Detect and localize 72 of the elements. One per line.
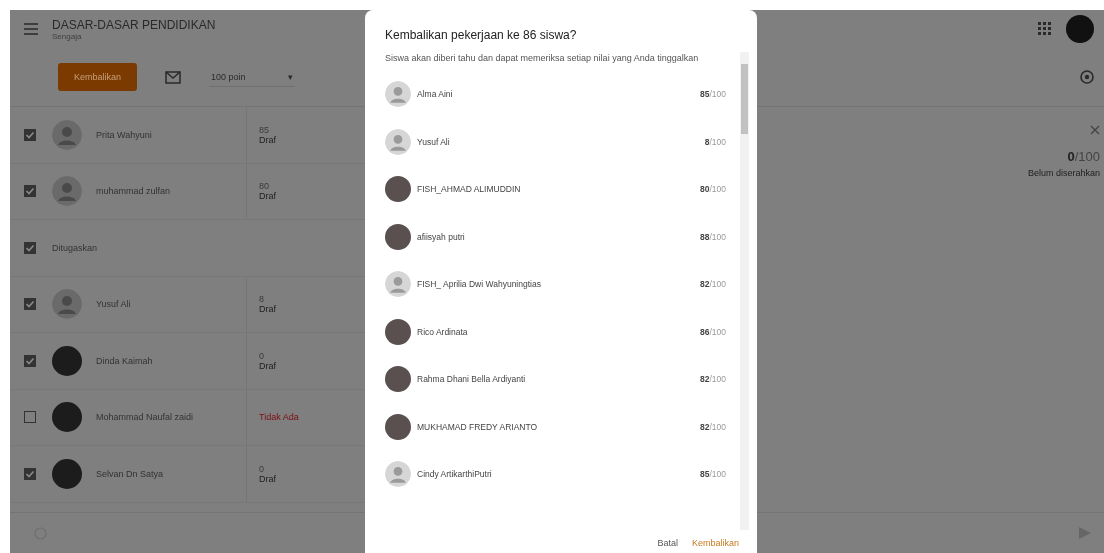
avatar-photo [52,345,82,376]
close-icon[interactable] [1090,125,1100,135]
grade-status: Draf [259,191,276,202]
student-name[interactable]: Selvan Dn Satya [96,468,246,479]
checkbox[interactable] [24,128,36,141]
student-name[interactable]: Dinda Kaimah [96,355,246,366]
avatar-photo [52,402,82,433]
dialog-message: Siswa akan diberi tahu dan dapat memeriksa setiap nilai yang Anda tinggalkan [385,52,700,65]
checkbox[interactable] [24,241,36,254]
grade-status: Draf [259,473,276,484]
student-name: Yusuf Ali [417,136,451,147]
submission-status: Belum diserahkan [1027,168,1100,178]
student-name: afiisyah putri [417,231,466,242]
email-icon[interactable] [165,70,182,84]
scrollbar[interactable] [740,52,749,530]
student-name: Rahma Dhani Bella Ardiyanti [417,374,527,385]
checkbox[interactable] [24,411,36,424]
student-name[interactable]: Mohammad Naufal zaidi [96,412,246,423]
avatar-photo [385,318,411,345]
grade-status: Draf [259,360,276,371]
grade-value: Tidak Ada [259,412,299,423]
student-score: 82/100 [700,374,726,385]
dialog-title: Kembalikan pekerjaan ke 86 siswa? [385,28,578,42]
student-score: 82/100 [700,279,726,290]
avatar-icon [385,271,411,298]
grade-status: Draf [259,134,276,145]
avatar-photo [385,176,411,203]
apps-grid-icon[interactable] [1038,22,1052,36]
menu-icon[interactable] [24,23,38,35]
score-total: 0/100 [1067,149,1100,164]
checkbox[interactable] [24,185,36,198]
points-dropdown[interactable]: 100 poin ▾ [209,67,296,87]
avatar-photo [385,413,411,440]
avatar-icon [385,461,411,488]
course-title: DASAR-DASAR PENDIDIKAN [52,17,216,32]
student-score: 88/100 [700,231,726,242]
student-name: MUKHAMAD FREDY ARIANTO [417,421,539,432]
grade-value: 8 [259,294,265,305]
student-score: 85/100 [700,469,726,480]
grade-status: Draf [259,304,276,315]
avatar-icon [52,289,82,320]
student-score: 82/100 [700,421,726,432]
student-name: Alma Aini [417,89,454,100]
avatar-icon [385,128,411,155]
checkbox[interactable] [24,354,36,367]
student-score: 86/100 [700,326,726,337]
grade-value: 80 [259,181,270,192]
avatar-photo [385,366,411,393]
return-button[interactable]: Kembalikan [58,63,138,91]
student-score: 8/100 [704,136,726,147]
student-name[interactable]: Yusuf Ali [96,299,246,310]
checkbox[interactable] [24,467,36,480]
student-score: 85/100 [700,89,726,100]
checkbox[interactable] [24,298,36,311]
avatar-photo [52,458,82,489]
avatar-icon [385,81,411,108]
student-name: FISH_AHMAD ALIMUDDIN [417,184,522,195]
avatar-photo [385,223,411,250]
student-name[interactable]: Prita Wahyuni [96,129,246,140]
student-score: 80/100 [700,184,726,195]
student-name: Cindy ArtikarthiPutri [417,469,493,480]
confirm-return-button[interactable]: Kembalikan [687,532,743,553]
grade-value: 85 [259,124,270,135]
student-name: Rico Ardinata [417,326,469,337]
student-name: FISH_ Aprilia Dwi Wahyuningtias [417,279,542,290]
section-label: Ditugaskan [52,242,98,253]
avatar-icon [52,119,82,150]
account-avatar[interactable] [1066,15,1094,43]
cancel-button[interactable]: Batal [653,532,682,553]
settings-icon[interactable] [1080,70,1094,84]
student-name[interactable]: muhammad zulfan [96,186,246,197]
avatar-icon [52,176,82,207]
